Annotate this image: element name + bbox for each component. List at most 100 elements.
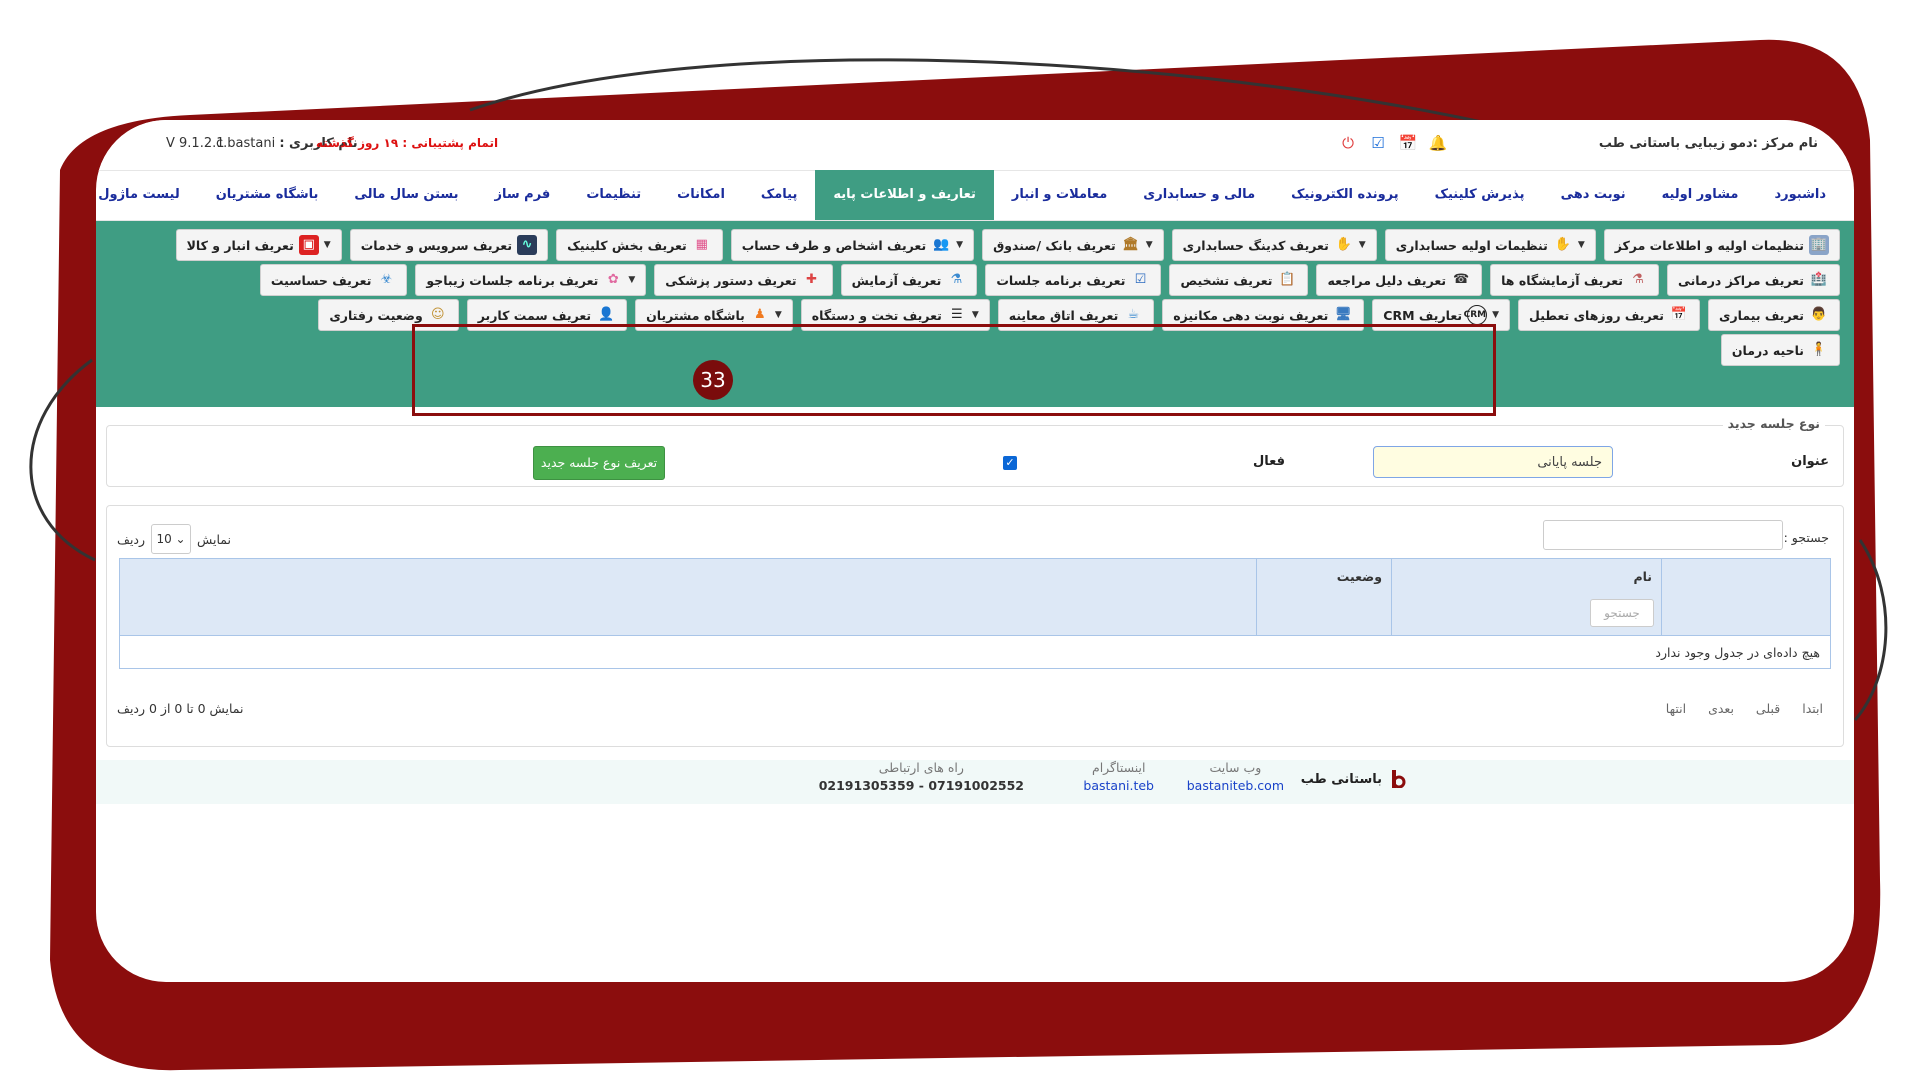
step-badge: 33: [693, 360, 733, 400]
pagination-info: نمایش 0 تا 0 از 0 ردیف: [117, 701, 244, 716]
chevron-down-icon: ▼: [1358, 240, 1366, 250]
search-input[interactable]: [1543, 520, 1783, 550]
name-filter-input[interactable]: جستجو: [1590, 599, 1654, 627]
nav-item-modules[interactable]: لیست ماژول ها: [96, 170, 198, 220]
medical-centers-button[interactable]: 🏥 تعریف مراکز درمانی: [1666, 264, 1840, 296]
room-icon: ☕: [1127, 307, 1140, 322]
clipboard-icon: 📋: [1279, 272, 1296, 287]
calendar-icon: 📅: [1670, 307, 1688, 322]
accounting-settings-button[interactable]: ▼ ✋ تنظیمات اولیه حسابداری: [1384, 229, 1596, 261]
persons-button[interactable]: ▼ 👥 تعریف اشخاص و طرف حساب: [730, 229, 975, 261]
nav-item-sms[interactable]: پیامک: [743, 170, 815, 220]
chevron-down-icon: ▼: [774, 310, 782, 320]
nav-item-accounting[interactable]: مالی و حسابداری: [1125, 170, 1273, 220]
nav-item-dashboard[interactable]: داشبورد: [1756, 170, 1844, 220]
create-session-type-button[interactable]: تعریف نوع جلسه جدید: [533, 446, 665, 480]
form-legend: نوع جلسه جدید: [1722, 416, 1825, 431]
toolbar-row-1: 🏢 تنظیمات اولیه و اطلاعات مرکز ▼ ✋ تنظیمات …: [175, 229, 1840, 261]
column-name[interactable]: نام جستجو: [1391, 559, 1662, 635]
main-nav: داشبورد مشاور اولیه نوبت دهی پذیرش کلینی…: [96, 170, 1854, 221]
data-table: نام جستجو وضعیت هیچ داده‌ای در جدول وجود…: [119, 558, 1831, 669]
footer-brand: باستانی طب: [1301, 770, 1406, 788]
brand-logo-icon: [1392, 770, 1406, 788]
monitor-icon: ∿: [517, 235, 538, 255]
last-page-link[interactable]: انتها: [1666, 701, 1686, 716]
beauty-sessions-button[interactable]: ▼ ✿ تعریف برنامه جلسات زیباجو: [415, 264, 647, 296]
username: c.bastani: [216, 136, 276, 151]
top-icons: 🔔 📅 ☑ ⏻: [1337, 132, 1449, 154]
nav-item-close-year[interactable]: بستن سال مالی: [336, 170, 476, 220]
column-row-number: [1661, 559, 1830, 635]
chevron-down-icon: ▼: [956, 240, 964, 250]
instagram-link[interactable]: bastani.teb: [1083, 778, 1154, 793]
nav-item-reception[interactable]: پذیرش کلینیک: [1417, 170, 1543, 220]
group-icon: ♟: [754, 307, 766, 322]
page-size-control: نمایش 10 ⌄ ردیف: [117, 524, 231, 554]
holidays-button[interactable]: 📅 تعریف روزهای تعطیل: [1518, 299, 1701, 331]
hand-coin-icon: ✋: [1335, 237, 1352, 252]
visit-reason-button[interactable]: ☎ تعریف دلیل مراجعه: [1316, 264, 1483, 296]
beauty-icon: ✿: [607, 272, 619, 287]
nav-item-consultant[interactable]: مشاور اولیه: [1644, 170, 1757, 220]
website-link[interactable]: bastaniteb.com: [1187, 778, 1284, 793]
prescription-icon: ✚: [806, 272, 818, 287]
chevron-down-icon: ▼: [628, 275, 636, 285]
bank-button[interactable]: ▼ 🏛 تعریف بانک /صندوق: [982, 229, 1164, 261]
table-header: نام جستجو وضعیت: [120, 559, 1830, 636]
services-button[interactable]: ∿ تعریف سرویس و خدمات: [349, 229, 549, 261]
laboratories-button[interactable]: ⚗ تعریف آزمایشگاه ها: [1490, 264, 1659, 296]
app-window: نام مرکز :دمو زیبایی باستانی طب 🔔 📅 ☑ ⏻ …: [96, 120, 1854, 982]
power-icon[interactable]: ⏻: [1337, 132, 1359, 154]
warehouse-button[interactable]: ▼ ▣ تعریف انبار و کالا: [175, 229, 342, 261]
version: V 9.1.2.1: [166, 136, 225, 151]
center-settings-button[interactable]: 🏢 تنظیمات اولیه و اطلاعات مرکز: [1603, 229, 1840, 261]
doctor-icon: 👨: [1810, 307, 1828, 322]
box-icon: ▣: [298, 235, 319, 255]
toolbar-row-2: 🏥 تعریف مراکز درمانی ⚗ تعریف آزمایشگاه ها …: [259, 264, 1840, 296]
session-types-list: جستجو : نمایش 10 ⌄ ردیف نام جستجو وضعیت …: [106, 505, 1844, 747]
calendar-icon[interactable]: 📅: [1397, 132, 1419, 154]
building-icon: 🏢: [1809, 235, 1829, 255]
session-program-button[interactable]: ☑ تعریف برنامه جلسات: [985, 264, 1162, 296]
crm-icon: CRM: [1464, 305, 1488, 325]
body-icon: 🧍: [1810, 342, 1828, 357]
first-page-link[interactable]: ابتدا: [1802, 701, 1823, 716]
nav-item-form-builder[interactable]: فرم ساز: [477, 170, 569, 220]
prev-page-link[interactable]: قبلی: [1756, 701, 1780, 716]
diagnosis-button[interactable]: 📋 تعریف تشخیص: [1169, 264, 1309, 296]
new-session-form: نوع جلسه جدید عنوان فعال ✓ تعریف نوع جلس…: [106, 416, 1844, 487]
empty-table-message: هیچ داده‌ای در جدول وجود ندارد: [1655, 645, 1820, 660]
column-status[interactable]: وضعیت: [1256, 559, 1392, 635]
toolbar-row-4: 🧍 ناحیه درمان: [1720, 334, 1840, 366]
test-button[interactable]: ⚗ تعریف آزمایش: [840, 264, 978, 296]
nav-item-appointments[interactable]: نوبت دهی: [1543, 170, 1644, 220]
nav-item-settings[interactable]: تنظیمات: [568, 170, 659, 220]
clinic-section-button[interactable]: ▦ تعریف بخش کلینیک: [556, 229, 723, 261]
people-icon: 👥: [933, 237, 950, 252]
disease-button[interactable]: 👨 تعریف بیماری: [1708, 299, 1840, 331]
nav-item-inventory[interactable]: معاملات و انبار: [994, 170, 1125, 220]
chevron-down-icon: ▼: [1492, 310, 1500, 320]
center-name: نام مرکز :دمو زیبایی باستانی طب: [1598, 136, 1818, 151]
calendar-check-icon[interactable]: ☑: [1367, 132, 1389, 154]
accounting-coding-button[interactable]: ▼ ✋ تعریف کدینگ حسابداری: [1171, 229, 1377, 261]
active-checkbox[interactable]: ✓: [1003, 456, 1017, 470]
allergy-button[interactable]: ☣ تعریف حساسیت: [259, 264, 408, 296]
computer-icon: 🖥: [1335, 307, 1352, 322]
pagination: ابتدا قبلی بعدی انتها: [1666, 701, 1823, 716]
nav-item-records[interactable]: پرونده الکترونیک: [1273, 170, 1417, 220]
list-icon: ☰: [951, 307, 963, 322]
support-info: اتمام پشتیبانی : ۱۹ روز گذشته: [316, 136, 499, 150]
nav-item-features[interactable]: امکانات: [659, 170, 743, 220]
page-size-select[interactable]: 10 ⌄: [151, 524, 192, 554]
bell-icon[interactable]: 🔔: [1427, 132, 1449, 154]
next-page-link[interactable]: بعدی: [1708, 701, 1734, 716]
flask-icon: ⚗: [950, 272, 963, 287]
footer-website: وب سایت bastaniteb.com: [1186, 760, 1284, 793]
nav-item-base-definitions[interactable]: تعاریف و اطلاعات پایه: [815, 170, 994, 220]
prescription-button[interactable]: ✚ تعریف دستور پزشکی: [654, 264, 833, 296]
nav-item-club[interactable]: باشگاه مشتریان: [198, 170, 337, 220]
title-input[interactable]: [1373, 446, 1613, 478]
treatment-area-button[interactable]: 🧍 ناحیه درمان: [1720, 334, 1840, 366]
behavior-icon: ☺: [430, 307, 445, 322]
